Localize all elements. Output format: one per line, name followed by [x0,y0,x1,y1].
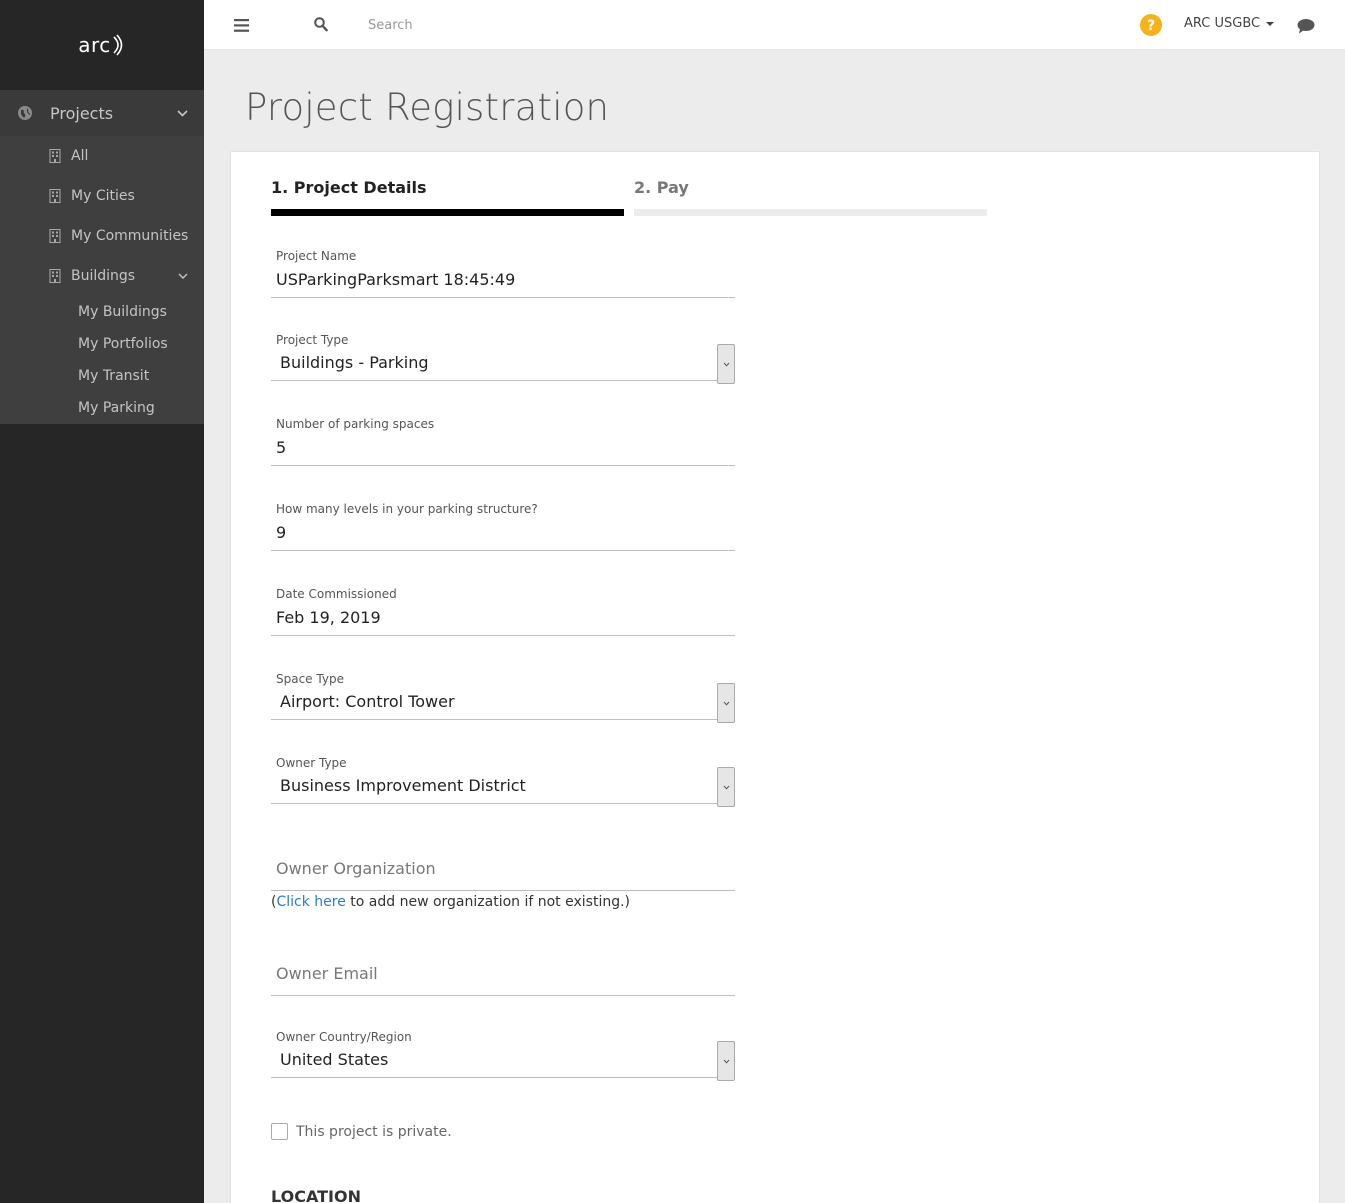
dropdown-arrow-icon[interactable] [717,683,735,723]
field-label: Project Type [276,333,349,347]
sidebar-item-my-parking[interactable]: My Parking [0,392,204,424]
date-commissioned-field[interactable]: Date Commissioned Feb 19, 2019 [271,587,735,636]
nav-projects-label: Projects [50,103,114,123]
arc-logo[interactable]: arc [0,0,204,90]
step-label: 1. Project Details [271,178,427,197]
chevron-down-icon [178,273,188,279]
select-value: United States [280,1050,389,1069]
field-label: Project Name [276,249,357,263]
sidebar-item-label: All [71,148,89,164]
question-circle-icon[interactable]: ? [1140,14,1162,36]
add-organization-hint: (Click here to add new organization if n… [271,894,630,910]
user-menu[interactable]: ARC USGBC [1184,16,1275,31]
private-project-checkbox[interactable] [271,1123,288,1140]
caret-down-icon [1266,21,1275,26]
space-type-select[interactable]: Airport: Control Tower [271,683,735,723]
nav-projects[interactable]: Projects [0,90,204,136]
owner-type-field[interactable]: Owner Type Business Improvement District [271,756,735,807]
sidebar-item-my-communities[interactable]: My Communities [0,216,204,256]
registration-card: 1. Project Details 2. Pay Project Name U… [230,151,1320,1203]
sidebar-item-label: My Buildings [78,304,167,320]
comment-icon[interactable] [1297,18,1315,34]
add-organization-link[interactable]: Click here [276,894,345,910]
parking-levels-field[interactable]: How many levels in your parking structur… [271,502,735,551]
owner-country-select[interactable]: United States [271,1041,735,1081]
project-type-select[interactable]: Buildings - Parking [271,344,735,384]
date-commissioned-input[interactable]: Feb 19, 2019 [271,606,735,636]
select-value: Business Improvement District [280,776,526,795]
logo-waves-icon [113,34,123,56]
dropdown-arrow-icon[interactable] [717,344,735,384]
building-icon [49,269,61,283]
project-type-field[interactable]: Project Type Buildings - Parking [271,333,735,384]
space-type-field[interactable]: Space Type Airport: Control Tower [271,672,735,723]
field-label: How many levels in your parking structur… [276,502,538,516]
owner-country-field[interactable]: Owner Country/Region United States [271,1030,735,1081]
parking-spaces-input[interactable]: 5 [271,436,735,466]
top-bar: ? ARC USGBC [204,0,1345,50]
logo-text: arc [78,33,111,57]
field-label: Owner Type [276,756,347,770]
field-label: Owner Country/Region [276,1030,412,1044]
sidebar-item-my-portfolios[interactable]: My Portfolios [0,328,204,360]
svg-text:?: ? [1147,18,1155,34]
building-icon [49,229,61,243]
sidebar-item-label: My Parking [78,400,155,416]
building-icon [49,189,61,203]
sidebar: arc Projects All My Cities My Communitie… [0,0,204,1203]
sidebar-item-all[interactable]: All [0,136,204,176]
dropdown-arrow-icon[interactable] [717,767,735,807]
location-section-title: LOCATION [271,1187,361,1203]
step-progress-bar [634,209,987,216]
sidebar-item-label: Buildings [71,268,136,284]
sidebar-item-my-buildings[interactable]: My Buildings [0,296,204,328]
owner-email-field[interactable]: Owner Email [271,963,735,996]
sidebar-item-label: My Communities [71,228,189,244]
page-title: Project Registration [245,86,610,129]
step-progress-bar [271,209,624,216]
field-label: Number of parking spaces [276,417,435,431]
private-project-row[interactable]: This project is private. [271,1123,452,1140]
sidebar-item-buildings[interactable]: Buildings [0,256,204,296]
field-label: Date Commissioned [276,587,397,601]
hint-text: to add new organization if not existing.… [345,894,631,910]
parking-spaces-field[interactable]: Number of parking spaces 5 [271,417,735,466]
project-name-field[interactable]: Project Name USParkingParksmart 18:45:49 [271,249,735,298]
sidebar-item-my-cities[interactable]: My Cities [0,176,204,216]
hamburger-menu-icon[interactable] [234,19,249,32]
select-value: Airport: Control Tower [280,692,455,711]
private-project-label: This project is private. [296,1123,452,1140]
project-name-input[interactable]: USParkingParksmart 18:45:49 [271,268,735,298]
owner-email-input[interactable]: Owner Email [271,963,735,996]
owner-organization-field[interactable]: Owner Organization [271,858,735,891]
sidebar-item-label: My Transit [78,368,150,384]
sidebar-item-my-transit[interactable]: My Transit [0,360,204,392]
user-name: ARC USGBC [1184,16,1261,31]
sidebar-item-label: My Cities [71,188,135,204]
sidebar-item-label: My Portfolios [78,336,168,352]
field-label: Space Type [276,672,344,686]
select-value: Buildings - Parking [280,353,429,372]
chevron-down-icon [177,109,188,117]
dropdown-arrow-icon[interactable] [717,1041,735,1081]
owner-type-select[interactable]: Business Improvement District [271,767,735,807]
step-pay[interactable]: 2. Pay [634,178,987,216]
search-input[interactable] [368,13,668,37]
step-project-details[interactable]: 1. Project Details [271,178,624,216]
step-label: 2. Pay [634,178,689,197]
parking-levels-input[interactable]: 9 [271,521,735,551]
search-icon[interactable] [314,17,328,32]
owner-organization-input[interactable]: Owner Organization [271,858,735,891]
globe-icon [18,106,32,120]
projects-subnav: All My Cities My Communities Buildings M… [0,136,204,424]
building-icon [49,149,61,163]
